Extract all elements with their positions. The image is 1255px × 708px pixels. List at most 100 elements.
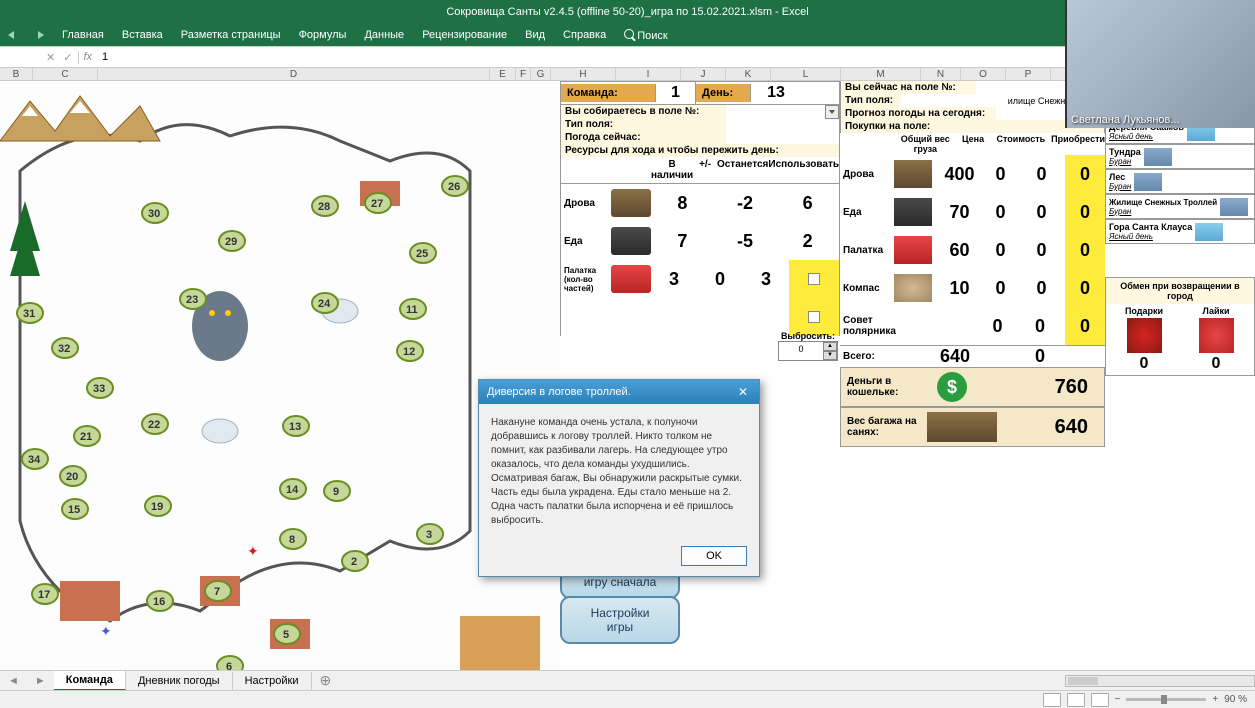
ribbon-tab-help[interactable]: Справка [563, 29, 606, 41]
webcam-name: Светлана Лукьянов... [1071, 114, 1180, 126]
col-c[interactable]: C [33, 68, 98, 80]
dialog-ok-button[interactable]: OK [681, 546, 747, 566]
svg-text:14: 14 [286, 484, 299, 496]
col-g[interactable]: G [531, 68, 551, 80]
col-f[interactable]: F [516, 68, 531, 80]
ribbon-tab-formulas[interactable]: Формулы [299, 29, 347, 41]
svg-text:17: 17 [38, 589, 50, 601]
team-value: 1 [656, 82, 696, 104]
goto-row: Вы собираетесь в поле №: [560, 105, 840, 118]
col-i[interactable]: I [616, 68, 681, 80]
svg-text:12: 12 [403, 346, 415, 358]
svg-text:2: 2 [351, 556, 357, 568]
svg-text:13: 13 [289, 421, 301, 433]
zoom-plus[interactable]: + [1212, 694, 1218, 705]
add-sheet-button[interactable]: ⊕ [312, 672, 340, 689]
view-normal-button[interactable] [1043, 693, 1061, 707]
weather-row: Жилище Снежных ТроллейБуран [1105, 194, 1255, 219]
ribbon-tab-review[interactable]: Рецензирование [422, 29, 507, 41]
compass-icon [894, 274, 932, 302]
food-icon [894, 198, 932, 226]
spinner-down[interactable]: ▼ [823, 351, 837, 360]
ribbon-tab-layout[interactable]: Разметка страницы [181, 29, 281, 41]
ribbon-tab-home[interactable]: Главная [62, 29, 104, 41]
goto-dropdown[interactable] [825, 105, 839, 119]
col-h[interactable]: H [551, 68, 616, 80]
ribbon-search[interactable]: Поиск [624, 29, 667, 42]
svg-text:30: 30 [148, 208, 160, 220]
ribbon-tab-view[interactable]: Вид [525, 29, 545, 41]
weather-row: Гора Санта КлаусаЯсный день [1105, 219, 1255, 244]
svg-text:7: 7 [214, 586, 220, 598]
sheet-tab-team[interactable]: Команда [54, 671, 126, 691]
gift-icon [1127, 318, 1162, 353]
sheet-tab-weather[interactable]: Дневник погоды [126, 672, 233, 690]
sheet-tab-settings[interactable]: Настройки [233, 672, 312, 690]
weather-label: Погода сейчас: [561, 131, 726, 144]
svg-text:27: 27 [371, 198, 383, 210]
res-firewood: Дрова 8 -2 6 [560, 184, 840, 222]
svg-text:28: 28 [318, 201, 330, 213]
svg-text:31: 31 [23, 308, 35, 320]
dialog-titlebar[interactable]: Диверсия в логове троллей. ✕ [479, 380, 759, 404]
svg-text:21: 21 [80, 431, 92, 443]
sheet-nav-prev[interactable]: ◄ [0, 675, 27, 687]
game-map[interactable]: 30 26 27 28 29 25 23 24 11 31 12 32 33 1… [0, 81, 560, 671]
fx-label[interactable]: fx [79, 51, 96, 63]
storm-icon [1134, 173, 1162, 191]
storm-icon [1144, 148, 1172, 166]
zoom-value[interactable]: 90 % [1224, 694, 1247, 705]
cancel-icon[interactable]: ✕ [46, 51, 55, 64]
sunny-icon [1195, 223, 1223, 241]
ribbon-tab-insert[interactable]: Вставка [122, 29, 163, 41]
view-layout-button[interactable] [1067, 693, 1085, 707]
res-food: Еда 7 -5 2 [560, 222, 840, 260]
nav-fwd-icon[interactable] [38, 31, 44, 39]
ribbon-tab-data[interactable]: Данные [364, 29, 404, 41]
sheet-nav-next[interactable]: ► [27, 675, 54, 687]
confirm-icon[interactable]: ✓ [63, 51, 72, 64]
col-e[interactable]: E [490, 68, 516, 80]
store-food: Еда 70 0 0 0 [840, 193, 1105, 231]
dialog-title-text: Диверсия в логове троллей. [487, 386, 631, 398]
svg-text:20: 20 [66, 471, 78, 483]
status-bar: − + 90 % [0, 690, 1255, 708]
baggage-row: Вес багажа на санях: 640 [840, 407, 1105, 447]
svg-text:23: 23 [186, 294, 198, 306]
col-m[interactable]: M [841, 68, 921, 80]
svg-text:9: 9 [333, 486, 339, 498]
map-svg: 30 26 27 28 29 25 23 24 11 31 12 32 33 1… [0, 81, 560, 671]
event-dialog: Диверсия в логове троллей. ✕ Накануне ко… [478, 379, 760, 577]
team-label: Команда: [561, 84, 656, 102]
store-headers: Общий вес груза Цена Стоимость Приобрест… [840, 133, 1105, 155]
col-l[interactable]: L [771, 68, 841, 80]
zoom-slider[interactable] [1126, 698, 1206, 701]
view-break-button[interactable] [1091, 693, 1109, 707]
col-k[interactable]: K [726, 68, 771, 80]
svg-text:25: 25 [416, 248, 428, 260]
col-n[interactable]: N [921, 68, 961, 80]
col-b[interactable]: B [0, 68, 33, 80]
col-p[interactable]: P [1006, 68, 1051, 80]
compass-use-checkbox[interactable] [808, 311, 820, 323]
money-row: Деньги в кошельке: $ 760 [840, 367, 1105, 407]
zoom-minus[interactable]: − [1115, 694, 1121, 705]
money-icon: $ [937, 372, 967, 402]
settings-button[interactable]: Настройки игры [560, 596, 680, 644]
food-icon [611, 227, 651, 255]
nav-back-icon[interactable] [8, 31, 14, 39]
col-j[interactable]: J [681, 68, 726, 80]
col-o[interactable]: O [961, 68, 1006, 80]
window-title: Сокровища Санты v2.4.5 (offline 50-20)_и… [446, 6, 808, 18]
discard-spinner: Выбросить: 0 ▲ ▼ [778, 331, 838, 361]
webcam-overlay: Светлана Лукьянов... [1065, 0, 1255, 128]
spinner-up[interactable]: ▲ [823, 342, 837, 351]
horizontal-scrollbar[interactable] [1065, 675, 1255, 687]
tent-use-checkbox[interactable] [808, 273, 820, 285]
resource-headers: В наличии +/- Останется Использовать [560, 157, 840, 184]
workspace: 30 26 27 28 29 25 23 24 11 31 12 32 33 1… [0, 81, 1255, 671]
col-d[interactable]: D [98, 68, 490, 80]
search-icon [624, 29, 634, 39]
resources-title: Ресурсы для хода и чтобы пережить день: [561, 144, 839, 157]
dialog-close-button[interactable]: ✕ [735, 384, 751, 400]
